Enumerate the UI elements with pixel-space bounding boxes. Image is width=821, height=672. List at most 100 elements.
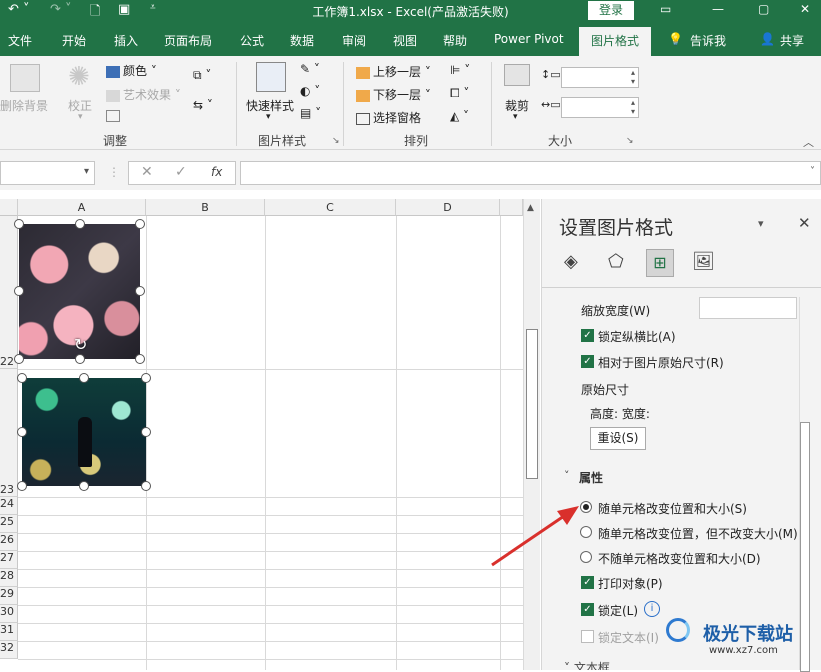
row-header[interactable]: 26	[0, 533, 18, 551]
resize-handle[interactable]	[79, 373, 89, 383]
column-header[interactable]: C	[265, 199, 396, 216]
resize-handle[interactable]	[141, 481, 151, 491]
color-button[interactable]: 颜色 ˅	[106, 62, 157, 79]
tab-share[interactable]: 共享	[780, 32, 804, 49]
remove-background-button[interactable]: 删除背景	[0, 97, 48, 114]
scale-width-input[interactable]	[699, 297, 797, 319]
tab-formulas[interactable]: 公式	[240, 32, 264, 49]
tab-file[interactable]: 文件	[8, 32, 32, 49]
row-header[interactable]: 28	[0, 569, 18, 587]
fill-line-icon[interactable]: ◈	[564, 251, 578, 272]
row-header[interactable]: 29	[0, 587, 18, 605]
chevron-down-icon[interactable]: ˅	[564, 469, 570, 482]
collapse-ribbon-icon[interactable]: ︿	[803, 134, 814, 150]
bring-forward-button[interactable]: 上移一层 ˅	[356, 63, 431, 80]
pane-scrollbar-thumb[interactable]	[800, 422, 810, 672]
enter-icon[interactable]: ✓	[175, 164, 187, 180]
column-header[interactable]	[500, 199, 523, 216]
rotate-icon[interactable]: ◭ ˅	[450, 109, 469, 123]
minimize-icon[interactable]: —	[712, 2, 724, 16]
row-header[interactable]: 27	[0, 551, 18, 569]
row-header[interactable]: 23	[0, 369, 18, 497]
close-pane-icon[interactable]: ✕	[798, 214, 811, 232]
row-header[interactable]: 25	[0, 515, 18, 533]
relative-original-checkbox[interactable]: ✓	[581, 355, 594, 368]
vertical-scrollbar[interactable]: ▲	[523, 199, 540, 670]
resize-handle[interactable]	[75, 354, 85, 364]
maximize-icon[interactable]: ▢	[758, 2, 769, 16]
pane-scrollbar[interactable]	[799, 297, 811, 672]
resize-handle[interactable]	[17, 481, 27, 491]
locked-checkbox[interactable]: ✓	[581, 603, 594, 616]
resize-handle[interactable]	[75, 219, 85, 229]
dialog-launcher-icon[interactable]: ↘	[332, 136, 340, 146]
scrollbar-thumb[interactable]	[526, 329, 538, 479]
tab-power-pivot[interactable]: Power Pivot	[494, 32, 564, 46]
resize-handle[interactable]	[135, 354, 145, 364]
resize-handle[interactable]	[135, 219, 145, 229]
tab-picture-format[interactable]: 图片格式	[579, 27, 652, 56]
resize-handle[interactable]	[79, 481, 89, 491]
column-header[interactable]: B	[146, 199, 265, 216]
tab-review[interactable]: 审阅	[342, 32, 366, 49]
info-icon[interactable]: i	[644, 601, 660, 617]
tab-help[interactable]: 帮助	[443, 32, 467, 49]
expand-formula-icon[interactable]: ˅	[810, 166, 815, 177]
text-box-heading[interactable]: ˅ 文本框	[564, 659, 610, 670]
row-header[interactable]: 24	[0, 497, 18, 515]
reset-button[interactable]: 重设(S)	[590, 427, 646, 450]
align-icon[interactable]: ⊫ ˅	[450, 63, 470, 77]
send-backward-button[interactable]: 下移一层 ˅	[356, 86, 431, 103]
print-object-checkbox[interactable]: ✓	[581, 576, 594, 589]
scroll-up-icon[interactable]: ▲	[527, 203, 534, 213]
selection-pane-button[interactable]: 选择窗格	[356, 109, 421, 126]
resize-handle[interactable]	[14, 286, 24, 296]
cancel-icon[interactable]: ✕	[141, 164, 153, 180]
column-header[interactable]: A	[18, 199, 146, 216]
row-header[interactable]: 32	[0, 641, 18, 659]
resize-handle[interactable]	[141, 427, 151, 437]
row-header[interactable]: 31	[0, 623, 18, 641]
width-input[interactable]	[561, 97, 639, 118]
properties-heading[interactable]: 属性	[579, 469, 603, 486]
artistic-effects-button[interactable]: 艺术效果 ˅	[106, 86, 181, 103]
worksheet-grid[interactable]: A B C D 22 23 24 25 26 27 28 29 30 31 32…	[0, 199, 523, 670]
resize-handle[interactable]	[17, 427, 27, 437]
resize-handle[interactable]	[135, 286, 145, 296]
quick-styles-icon	[256, 62, 286, 92]
lock-aspect-checkbox[interactable]: ✓	[581, 329, 594, 342]
transparency-icon[interactable]	[106, 108, 123, 122]
column-header[interactable]: D	[396, 199, 500, 216]
resize-handle[interactable]	[14, 354, 24, 364]
tab-page-layout[interactable]: 页面布局	[164, 32, 212, 49]
login-button[interactable]: 登录	[588, 1, 634, 20]
formula-input[interactable]: ˅	[240, 161, 821, 185]
picture-icon[interactable]: 🖼	[692, 251, 715, 272]
row-header[interactable]: 30	[0, 605, 18, 623]
group-objects-icon[interactable]: ⧠ ˅	[450, 86, 469, 101]
picture-border-icon[interactable]: ✎ ˅	[300, 62, 320, 76]
tab-insert[interactable]: 插入	[114, 32, 138, 49]
resize-handle[interactable]	[141, 373, 151, 383]
size-properties-icon[interactable]: ⊞	[646, 249, 674, 277]
tab-tell-me[interactable]: 告诉我	[690, 32, 726, 49]
insert-function-icon[interactable]: fx	[211, 165, 222, 179]
tab-data[interactable]: 数据	[290, 32, 314, 49]
dialog-launcher-icon[interactable]: ↘	[626, 136, 634, 146]
name-box[interactable]	[0, 161, 95, 185]
resize-handle[interactable]	[17, 373, 27, 383]
picture-effects-icon[interactable]: ◐ ˅	[300, 84, 320, 98]
resize-handle[interactable]	[14, 219, 24, 229]
compress-pictures-icon[interactable]: ⧉ ˅	[193, 68, 211, 83]
ribbon-display-icon[interactable]: ▭	[660, 2, 671, 16]
select-all-corner[interactable]	[0, 199, 18, 216]
effects-icon[interactable]: ⬠	[608, 251, 624, 272]
tab-home[interactable]: 开始	[62, 32, 86, 49]
picture-layout-icon[interactable]: ▤ ˅	[300, 106, 321, 120]
change-picture-icon[interactable]: ⇆ ˅	[193, 98, 213, 112]
pane-options-icon[interactable]: ▾	[758, 217, 764, 230]
tab-view[interactable]: 视图	[393, 32, 417, 49]
close-window-icon[interactable]: ✕	[800, 2, 810, 16]
rotate-handle-icon[interactable]: ↻	[74, 335, 87, 354]
height-input[interactable]	[561, 67, 639, 88]
